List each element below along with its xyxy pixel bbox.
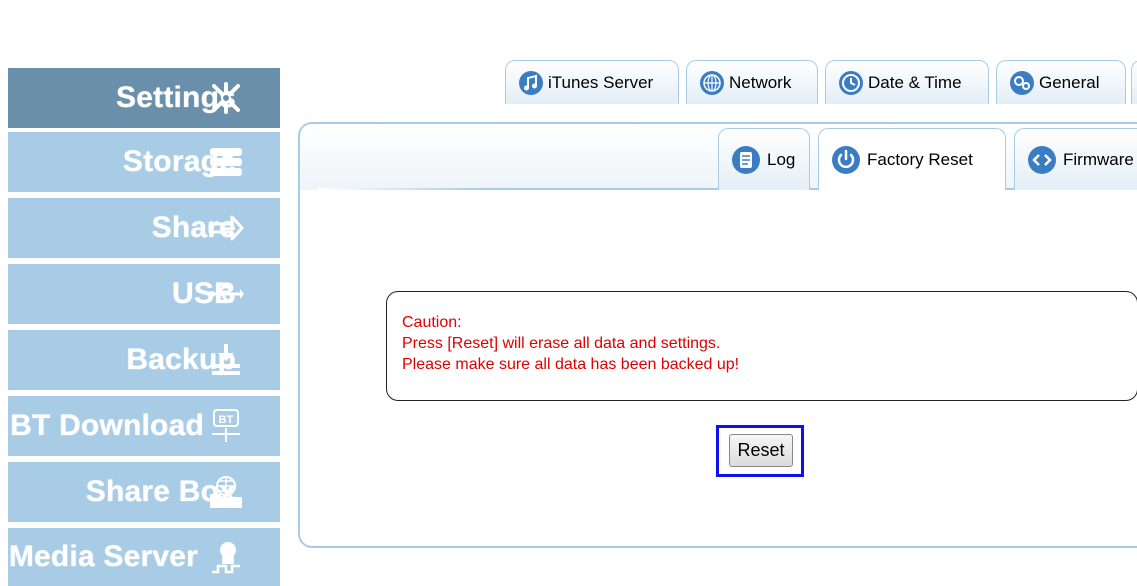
tab-date-time[interactable]: Date & Time xyxy=(825,60,989,104)
bt-download-icon: BT xyxy=(208,408,244,444)
usb-icon xyxy=(208,276,244,312)
power-icon xyxy=(831,145,861,175)
sidebar-item-storage[interactable]: Storage xyxy=(8,132,280,192)
share-icon xyxy=(208,210,244,246)
globe-icon xyxy=(699,70,725,96)
caution-text: Please make sure all data has been backe… xyxy=(402,356,740,373)
firmware-icon xyxy=(1027,145,1057,175)
tab-label: General xyxy=(1039,72,1100,92)
tab-more[interactable] xyxy=(1131,60,1137,104)
sidebar-item-backup[interactable]: Backup xyxy=(8,330,280,390)
subtab-label: Factory Reset xyxy=(867,149,973,169)
subtab-label: Firmware xyxy=(1063,149,1134,169)
subtab-label: Log xyxy=(767,149,796,169)
storage-icon xyxy=(208,144,244,180)
share-box-icon xyxy=(208,474,244,510)
sidebar-item-settings[interactable]: Settings xyxy=(8,68,280,128)
tab-label: Network xyxy=(729,72,792,92)
sidebar-item-usb[interactable]: USB xyxy=(8,264,280,324)
tab-label: Date & Time xyxy=(868,72,962,92)
media-server-icon xyxy=(208,540,244,576)
tab-label: iTunes Server xyxy=(548,72,654,92)
sidebar-item-share-box[interactable]: Share Box xyxy=(8,462,280,522)
subtab-factory-reset[interactable]: Factory Reset xyxy=(818,128,1006,190)
gears-icon xyxy=(1009,70,1035,96)
backup-icon xyxy=(208,342,244,378)
log-icon xyxy=(731,145,761,175)
subtab-log[interactable]: Log xyxy=(718,128,810,190)
tab-network[interactable]: Network xyxy=(686,60,818,104)
subtab-firmware[interactable]: Firmware xyxy=(1014,128,1137,190)
sidebar-item-label: BT Download xyxy=(10,409,204,442)
tab-general[interactable]: General xyxy=(996,60,1126,104)
caution-text: Press [Reset] will erase all data and se… xyxy=(402,335,721,352)
sidebar-item-share[interactable]: Share xyxy=(8,198,280,258)
music-note-icon xyxy=(518,70,544,96)
sidebar-item-media-server[interactable]: Media Server xyxy=(8,528,280,586)
tab-itunes-server[interactable]: iTunes Server xyxy=(505,60,679,104)
caution-heading: Caution: xyxy=(402,314,462,331)
sidebar-item-bt-download[interactable]: BT Download BT xyxy=(8,396,280,456)
clock-icon xyxy=(838,70,864,96)
caution-box: Caution: Press [Reset] will erase all da… xyxy=(386,291,1137,401)
sidebar-item-label: Media Server xyxy=(8,540,198,573)
svg-text:BT: BT xyxy=(218,414,233,426)
sidebar: Settings Storage Share USB Backup BT Dow… xyxy=(0,0,280,586)
settings-icon xyxy=(208,80,244,116)
reset-button[interactable]: Reset xyxy=(729,434,793,467)
